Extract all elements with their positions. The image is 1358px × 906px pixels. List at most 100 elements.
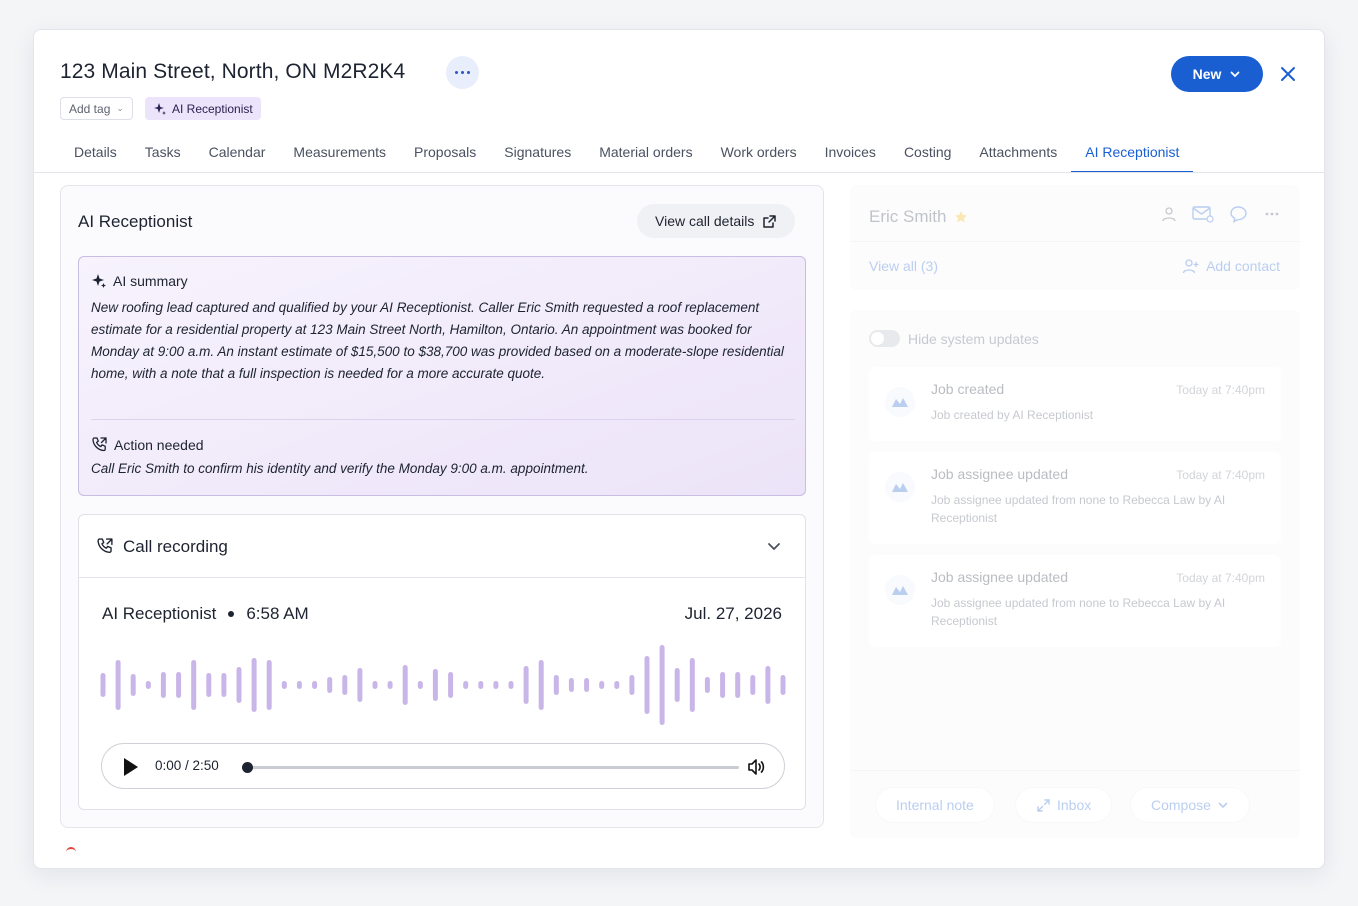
waveform-bar bbox=[206, 673, 212, 697]
tab-work-orders[interactable]: Work orders bbox=[707, 136, 811, 173]
phone-call-icon bbox=[97, 538, 113, 554]
seek-handle[interactable] bbox=[242, 762, 253, 773]
tabs-divider bbox=[34, 172, 1324, 173]
ellipsis-icon bbox=[455, 71, 458, 74]
seek-bar[interactable] bbox=[242, 762, 739, 773]
waveform-bar bbox=[493, 681, 499, 689]
call-recording-header[interactable]: Call recording bbox=[79, 515, 805, 578]
chevron-down-icon bbox=[1218, 802, 1228, 809]
entry-time: Today at 7:40pm bbox=[1176, 571, 1265, 585]
volume-icon[interactable] bbox=[746, 757, 766, 777]
chevron-down-icon: ⌄ bbox=[116, 103, 124, 113]
entry-time: Today at 7:40pm bbox=[1176, 468, 1265, 482]
hide-system-updates-toggle[interactable] bbox=[869, 330, 900, 347]
inbox-label: Inbox bbox=[1057, 797, 1092, 813]
action-needed-text: Call Eric Smith to confirm his identity … bbox=[91, 461, 589, 476]
system-bot-icon bbox=[885, 387, 915, 417]
entry-body: Job assignee updated from none to Rebecc… bbox=[931, 596, 1226, 628]
ai-receptionist-tag[interactable]: AI Receptionist bbox=[145, 97, 261, 120]
chat-icon[interactable] bbox=[1228, 205, 1250, 223]
ai-receptionist-panel: AI Receptionist View call details AI sum… bbox=[60, 185, 824, 828]
view-all-contacts-link[interactable]: View all (3) bbox=[869, 258, 938, 274]
contact-divider bbox=[850, 241, 1300, 242]
activity-feed: Hide system updates Job created Today at… bbox=[850, 310, 1300, 838]
add-tag-dropdown[interactable]: Add tag ⌄ bbox=[60, 97, 133, 120]
email-icon[interactable] bbox=[1192, 205, 1214, 223]
more-options-button[interactable] bbox=[446, 56, 479, 89]
add-person-icon bbox=[1182, 259, 1199, 274]
contact-name[interactable]: Eric Smith bbox=[869, 207, 946, 227]
page-title: 123 Main Street, North, ON M2R2K4 bbox=[60, 60, 406, 83]
compose-dropdown[interactable]: Compose bbox=[1130, 787, 1250, 823]
entry-title: Job assignee updated bbox=[931, 569, 1068, 585]
waveform-bar bbox=[130, 674, 136, 696]
ai-tag-label: AI Receptionist bbox=[172, 101, 253, 116]
waveform-bar bbox=[704, 677, 710, 693]
waveform-bar bbox=[387, 681, 393, 689]
close-icon bbox=[1281, 67, 1295, 81]
inbox-button[interactable]: Inbox bbox=[1015, 787, 1113, 823]
action-needed-heading: Action needed bbox=[91, 436, 204, 453]
ai-summary-box: AI summary New roofing lead captured and… bbox=[78, 256, 806, 496]
add-tag-label: Add tag bbox=[69, 101, 111, 116]
new-button[interactable]: New bbox=[1171, 56, 1263, 92]
waveform-bar bbox=[644, 656, 650, 714]
tab-material-orders[interactable]: Material orders bbox=[585, 136, 706, 173]
add-contact-button[interactable]: Add contact bbox=[1182, 258, 1280, 274]
tab-tasks[interactable]: Tasks bbox=[131, 136, 195, 173]
waveform-bar bbox=[417, 681, 423, 689]
tab-ai-receptionist[interactable]: AI Receptionist bbox=[1071, 136, 1194, 173]
waveform-bar bbox=[176, 672, 182, 698]
waveform-bar bbox=[327, 677, 333, 693]
waveform-bar bbox=[780, 675, 786, 695]
tab-costing[interactable]: Costing bbox=[890, 136, 965, 173]
ellipsis-icon[interactable] bbox=[1264, 211, 1280, 217]
entry-time: Today at 7:40pm bbox=[1176, 383, 1265, 397]
job-header: 123 Main Street, North, ON M2R2K4 Add ta… bbox=[34, 30, 1324, 173]
feed-entry: Job assignee updated Today at 7:40pm Job… bbox=[869, 452, 1281, 544]
audio-waveform[interactable] bbox=[99, 640, 787, 730]
tab-calendar[interactable]: Calendar bbox=[195, 136, 280, 173]
view-call-details-button[interactable]: View call details bbox=[637, 204, 796, 238]
close-button[interactable] bbox=[1276, 62, 1300, 86]
tab-details[interactable]: Details bbox=[60, 136, 131, 173]
chevron-down-icon[interactable] bbox=[765, 537, 783, 555]
waveform-bar bbox=[750, 675, 756, 695]
tab-attachments[interactable]: Attachments bbox=[965, 136, 1071, 173]
waveform-bar bbox=[296, 681, 302, 689]
playback-time: 0:00 / 2:50 bbox=[155, 758, 219, 773]
star-icon[interactable] bbox=[954, 210, 968, 224]
waveform-bar bbox=[145, 681, 151, 689]
red-indicator bbox=[66, 847, 76, 852]
waveform-bar bbox=[266, 660, 272, 710]
waveform-bar bbox=[221, 673, 227, 697]
waveform-bar bbox=[584, 678, 590, 692]
tab-invoices[interactable]: Invoices bbox=[811, 136, 890, 173]
separator-dot bbox=[228, 611, 235, 617]
tab-measurements[interactable]: Measurements bbox=[279, 136, 400, 173]
person-icon[interactable] bbox=[1160, 205, 1178, 223]
summary-divider bbox=[91, 419, 795, 420]
recording-caller: AI Receptionist bbox=[102, 604, 217, 623]
play-icon[interactable] bbox=[122, 757, 140, 777]
feed-entry: Job created Today at 7:40pm Job created … bbox=[869, 367, 1281, 441]
activity-panel: Eric Smith View all (3) Add contact Hide… bbox=[850, 185, 1300, 838]
waveform-bar bbox=[160, 672, 166, 698]
recording-meta: AI Receptionist 6:58 AM bbox=[102, 604, 309, 624]
call-recording-card: Call recording AI Receptionist 6:58 AM J… bbox=[78, 514, 806, 810]
waveform-bar bbox=[614, 681, 620, 689]
waveform-bar bbox=[674, 668, 680, 702]
phone-call-icon bbox=[92, 437, 107, 452]
waveform-bar bbox=[312, 681, 318, 689]
internal-note-label: Internal note bbox=[896, 797, 974, 813]
tab-proposals[interactable]: Proposals bbox=[400, 136, 490, 173]
hide-system-updates-row: Hide system updates bbox=[869, 330, 1039, 347]
internal-note-button[interactable]: Internal note bbox=[875, 787, 995, 823]
waveform-bar bbox=[659, 645, 665, 725]
tab-signatures[interactable]: Signatures bbox=[490, 136, 585, 173]
compose-bar: Internal note Inbox Compose bbox=[850, 770, 1300, 838]
waveform-bar bbox=[100, 673, 106, 697]
waveform-bar bbox=[478, 681, 484, 689]
system-bot-icon bbox=[885, 472, 915, 502]
waveform-bar bbox=[357, 668, 363, 702]
